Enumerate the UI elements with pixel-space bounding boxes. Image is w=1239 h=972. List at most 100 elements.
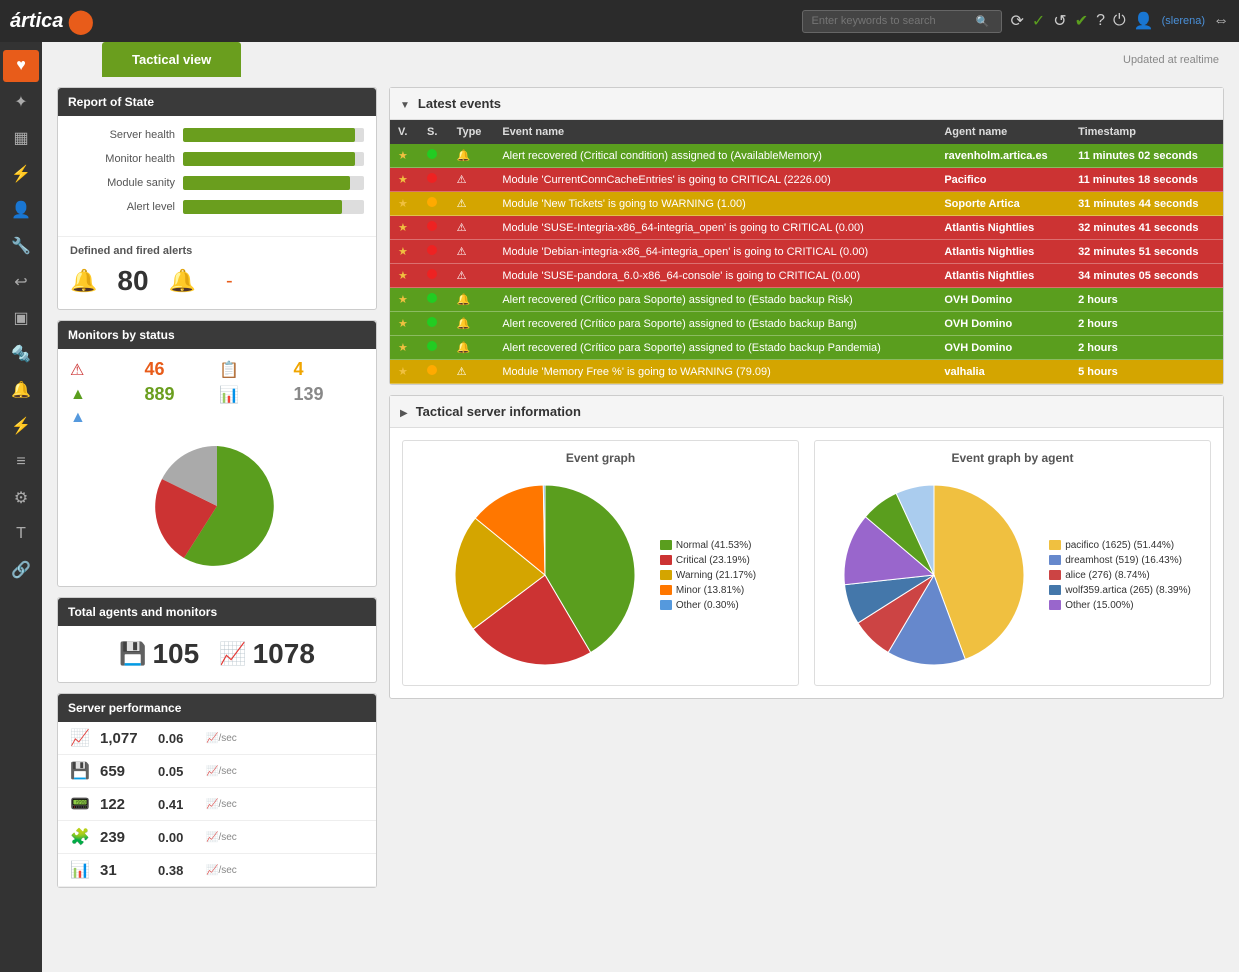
- tab-tactical-view[interactable]: Tactical view: [102, 42, 241, 77]
- perf-icon-1: 💾: [70, 761, 92, 781]
- perf-row-4: 📊 31 0.38 📈/sec: [58, 854, 376, 887]
- sidebar-item-modules[interactable]: ▣: [3, 302, 39, 334]
- inner-content: Report of State Server health Monitor he…: [42, 77, 1239, 898]
- tactical-header[interactable]: Tactical server information: [390, 396, 1223, 428]
- sidebar-item-settings[interactable]: ⚙: [3, 482, 39, 514]
- events-tbody: ★ 🔔 Alert recovered (Critical condition)…: [390, 144, 1223, 384]
- event-legend: Normal (41.53%)Critical (23.19%)Warning …: [660, 540, 756, 611]
- perf-unit-1: 📈/sec: [206, 766, 237, 777]
- search-input[interactable]: [811, 15, 971, 27]
- health-bar-monitor: [183, 152, 364, 166]
- cell-event: Alert recovered (Crítico para Soporte) a…: [494, 336, 936, 360]
- report-of-state-header: Report of State: [58, 88, 376, 116]
- cell-s: [419, 336, 449, 360]
- down-count: 139: [294, 384, 324, 405]
- sidebar-item-users[interactable]: 👤: [3, 194, 39, 226]
- perf-rate-4: 0.38: [158, 863, 198, 878]
- perf-num-2: 122: [100, 796, 150, 813]
- sidebar-item-undo[interactable]: ↩: [3, 266, 39, 298]
- cell-s: [419, 144, 449, 168]
- agents-icon: 💾: [119, 641, 146, 667]
- flash-icon: ⚡: [11, 416, 31, 436]
- legend-label: alice (276) (8.74%): [1065, 570, 1149, 581]
- agent-graph-area: pacifico (1625) (51.44%)dreamhost (519) …: [825, 475, 1200, 675]
- table-row: ★ ⚠ Module 'CurrentConnCacheEntries' is …: [390, 168, 1223, 192]
- cell-s: [419, 240, 449, 264]
- help-icon[interactable]: ?: [1096, 12, 1105, 30]
- list-icon: ≡: [16, 453, 25, 471]
- sidebar: ♥ ✦ ▦ ⚡ 👤 🔧 ↩ ▣ 🔩 🔔 ⚡: [0, 42, 42, 972]
- table-row: ★ 🔔 Alert recovered (Critical condition)…: [390, 144, 1223, 168]
- table-row: ★ 🔔 Alert recovered (Crítico para Soport…: [390, 336, 1223, 360]
- legend-label: Other (0.30%): [676, 600, 739, 611]
- sidebar-item-monitor[interactable]: ♥: [3, 50, 39, 82]
- total-monitors-cell: 📈 1078: [219, 638, 315, 670]
- sidebar-item-config[interactable]: 🔩: [3, 338, 39, 370]
- tactical-title: Tactical server information: [416, 404, 581, 419]
- total-agents-header: Total agents and monitors: [58, 598, 376, 626]
- sidebar-item-reports[interactable]: ▦: [3, 122, 39, 154]
- cell-agent: Atlantis Nightlies: [936, 240, 1070, 264]
- cell-type: 🔔: [449, 288, 495, 312]
- legend-label: Warning (21.17%): [676, 570, 756, 581]
- cell-s: [419, 168, 449, 192]
- cell-agent: OVH Domino: [936, 312, 1070, 336]
- alert-bell-icon: 🔔: [70, 268, 97, 294]
- expand-icon[interactable]: ⇔: [1213, 12, 1229, 30]
- sidebar-item-targets[interactable]: ✦: [3, 86, 39, 118]
- health-label-server: Server health: [70, 129, 175, 141]
- username-label[interactable]: (slerena): [1162, 15, 1205, 27]
- poweroff-icon[interactable]: ⏻: [1113, 12, 1126, 30]
- health-row-monitor: Monitor health: [70, 152, 364, 166]
- cell-event: Module 'Debian-integria-x86_64-integria_…: [494, 240, 936, 264]
- user-icon[interactable]: 👤: [1134, 11, 1154, 31]
- power-refresh-icon[interactable]: ↺: [1053, 11, 1066, 31]
- cell-v: ★: [390, 336, 419, 360]
- legend-item: Warning (21.17%): [660, 570, 756, 581]
- cell-type: ⚠: [449, 168, 495, 192]
- cell-timestamp: 2 hours: [1070, 312, 1223, 336]
- checkmark-icon[interactable]: ✓: [1032, 11, 1045, 31]
- text-icon: T: [16, 525, 26, 543]
- mon-cell-unknown: 📋: [219, 359, 290, 380]
- col-v: V.: [390, 120, 419, 144]
- sidebar-item-text[interactable]: T: [3, 518, 39, 550]
- events-header[interactable]: Latest events: [390, 88, 1223, 120]
- monitors-count: 1078: [253, 638, 315, 670]
- monitors-icon: 📈: [219, 641, 246, 667]
- cell-agent: OVH Domino: [936, 336, 1070, 360]
- cell-timestamp: 32 minutes 51 seconds: [1070, 240, 1223, 264]
- sidebar-item-notifications[interactable]: 🔔: [3, 374, 39, 406]
- cell-v: ★: [390, 360, 419, 384]
- health-bar-alert-fill: [183, 200, 342, 214]
- sidebar-item-list[interactable]: ≡: [3, 446, 39, 478]
- refresh-icon[interactable]: ⟳: [1010, 11, 1023, 31]
- perf-num-1: 659: [100, 763, 150, 780]
- health-bar-monitor-fill: [183, 152, 355, 166]
- cell-event: Alert recovered (Crítico para Soporte) a…: [494, 312, 936, 336]
- sidebar-item-tools[interactable]: 🔧: [3, 230, 39, 262]
- legend-color: [660, 570, 672, 580]
- cell-agent: OVH Domino: [936, 288, 1070, 312]
- cell-timestamp: 11 minutes 18 seconds: [1070, 168, 1223, 192]
- cell-s: [419, 288, 449, 312]
- cell-agent: Atlantis Nightlies: [936, 264, 1070, 288]
- sidebar-item-alerts[interactable]: ⚡: [3, 158, 39, 190]
- cell-v: ★: [390, 264, 419, 288]
- legend-item: Other (0.30%): [660, 600, 756, 611]
- search-box[interactable]: 🔍: [802, 10, 1002, 33]
- table-row: ★ ⚠ Module 'New Tickets' is going to WAR…: [390, 192, 1223, 216]
- legend-color: [1049, 555, 1061, 565]
- cell-agent: Pacifico: [936, 168, 1070, 192]
- cell-v: ★: [390, 168, 419, 192]
- sidebar-item-flash[interactable]: ⚡: [3, 410, 39, 442]
- sidebar-item-link[interactable]: 🔗: [3, 554, 39, 586]
- perf-icon-4: 📊: [70, 860, 92, 880]
- mon-num-critical: 46: [145, 359, 216, 380]
- col-timestamp: Timestamp: [1070, 120, 1223, 144]
- tick-icon[interactable]: ✔: [1075, 11, 1088, 31]
- unknown-icon: 📋: [219, 360, 239, 380]
- health-label-alert: Alert level: [70, 201, 175, 213]
- event-graph-box: Event graph Normal (41.53%)Critical (23.…: [402, 440, 799, 686]
- cell-v: ★: [390, 192, 419, 216]
